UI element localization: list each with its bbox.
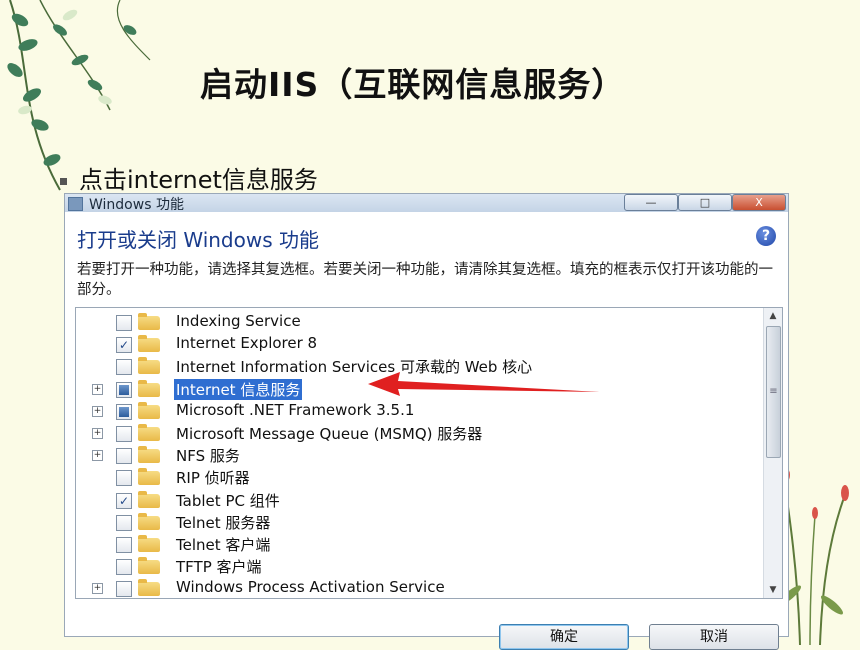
dialog-description: 若要打开一种功能，请选择其复选框。若要关闭一种功能，请清除其复选框。填充的框表示…	[77, 262, 773, 298]
feature-checkbox[interactable]	[116, 403, 132, 420]
bullet-text: 点击internet信息服务	[79, 166, 318, 194]
folder-icon	[138, 424, 160, 441]
dialog-heading: 打开或关闭 Windows 功能	[77, 228, 319, 252]
window-title: Windows 功能	[89, 197, 184, 213]
scroll-up-icon[interactable]: ▲	[764, 308, 782, 324]
feature-checkbox[interactable]	[116, 514, 132, 531]
feature-row[interactable]: Indexing Service	[76, 311, 756, 333]
feature-label[interactable]: Windows Process Activation Service	[176, 578, 445, 596]
feature-row[interactable]: + Internet 信息服务	[76, 378, 756, 400]
feature-label[interactable]: Telnet 服务器	[176, 512, 270, 533]
expand-icon[interactable]: +	[92, 428, 103, 439]
feature-label[interactable]: Telnet 客户端	[176, 534, 270, 555]
feature-checkbox[interactable]	[116, 448, 132, 465]
ok-button[interactable]: 确定	[499, 624, 629, 650]
feature-checkbox[interactable]	[116, 426, 132, 442]
folder-icon	[138, 579, 160, 597]
folder-icon	[138, 512, 160, 530]
folder-icon	[138, 357, 160, 375]
maximize-button[interactable]: □	[678, 194, 732, 211]
feature-row[interactable]: + Microsoft Message Queue (MSMQ) 服务器	[76, 422, 756, 444]
feature-checkbox[interactable]: ✓	[116, 337, 132, 354]
feature-checkbox[interactable]: ✓	[116, 492, 132, 509]
help-icon[interactable]: ?	[756, 226, 776, 246]
expand-icon[interactable]: +	[92, 405, 103, 417]
close-button[interactable]: X	[732, 194, 786, 211]
feature-row[interactable]: + Microsoft .NET Framework 3.5.1	[76, 400, 756, 422]
folder-icon	[138, 379, 160, 397]
dialog-content: 打开或关闭 Windows 功能 ? 若要打开一种功能，请选择其复选框。若要关闭…	[65, 212, 788, 650]
feature-row[interactable]: ✓ Internet Explorer 8	[76, 333, 756, 355]
folder-icon	[138, 535, 160, 552]
features-tree[interactable]: Indexing Service ✓ Internet Explorer 8 Inte…	[75, 307, 783, 599]
folder-icon	[138, 468, 160, 486]
feature-checkbox[interactable]	[116, 470, 132, 487]
feature-checkbox[interactable]	[116, 359, 132, 376]
expand-icon[interactable]: +	[92, 383, 103, 395]
feature-row[interactable]: + NFS 服务	[76, 444, 756, 466]
folder-icon	[138, 401, 160, 419]
tree-scrollbar[interactable]: ▲ ≡ ▼	[763, 308, 782, 598]
bullet-item: 点击internet信息服务	[60, 160, 318, 195]
feature-label[interactable]: NFS 服务	[176, 445, 240, 466]
expand-icon[interactable]: +	[92, 583, 103, 595]
folder-icon	[138, 313, 160, 330]
feature-label[interactable]: Internet Information Services 可承载的 Web 核…	[176, 356, 532, 377]
feature-checkbox[interactable]	[116, 559, 132, 576]
feature-label[interactable]: Internet Explorer 8	[176, 334, 317, 352]
feature-label[interactable]: TFTP 客户端	[176, 556, 262, 577]
bullet-dot	[60, 177, 67, 185]
folder-icon	[138, 490, 160, 508]
minimize-button[interactable]: —	[624, 194, 678, 211]
folder-icon	[138, 446, 160, 464]
feature-label[interactable]: Tablet PC 组件	[176, 490, 280, 511]
expand-icon[interactable]: +	[92, 450, 103, 462]
feature-row[interactable]: ✓ Tablet PC 组件	[76, 489, 756, 511]
scroll-thumb[interactable]: ≡	[766, 326, 781, 458]
feature-label[interactable]: Microsoft .NET Framework 3.5.1	[176, 401, 414, 419]
folder-icon	[138, 557, 160, 575]
feature-row[interactable]: TFTP 客户端	[76, 555, 756, 577]
feature-label[interactable]: Internet 信息服务	[174, 378, 303, 400]
window-icon	[68, 197, 83, 211]
feature-row[interactable]: Internet Information Services 可承载的 Web 核…	[76, 355, 756, 377]
folder-icon	[138, 335, 160, 353]
feature-checkbox[interactable]	[116, 537, 132, 553]
feature-row[interactable]: Telnet 服务器	[76, 511, 756, 533]
feature-checkbox[interactable]	[116, 315, 132, 331]
feature-row[interactable]: RIP 侦听器	[76, 466, 756, 488]
feature-row[interactable]: + Windows Process Activation Service	[76, 577, 756, 598]
title-bar[interactable]: Windows 功能 — □ X	[65, 194, 788, 213]
feature-label[interactable]: RIP 侦听器	[176, 467, 250, 488]
cancel-button[interactable]: 取消	[649, 624, 779, 650]
feature-label[interactable]: Indexing Service	[176, 312, 301, 330]
feature-row[interactable]: Telnet 客户端	[76, 533, 756, 555]
slide-title: 启动IIS（互联网信息服务）	[200, 65, 626, 104]
feature-label[interactable]: Microsoft Message Queue (MSMQ) 服务器	[176, 423, 482, 444]
feature-checkbox[interactable]	[116, 381, 132, 398]
windows-features-dialog: Windows 功能 — □ X 打开或关闭 Windows 功能 ? 若要打开…	[64, 193, 789, 650]
scroll-down-icon[interactable]: ▼	[764, 582, 782, 598]
feature-checkbox[interactable]	[116, 581, 132, 598]
